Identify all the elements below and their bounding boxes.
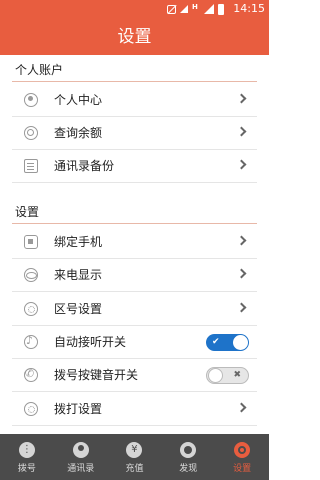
nav-label: 通讯录 (67, 464, 95, 474)
nav-label: 发现 (179, 464, 198, 474)
nav-item-settings[interactable]: 设置 (215, 434, 269, 480)
status-time: 14:15 (233, 2, 265, 15)
section-header-settings: 设置 (0, 197, 269, 224)
nav-item-dial[interactable]: 拨号 (0, 434, 54, 480)
status-bar: H 14:15 (0, 0, 269, 18)
section-title: 个人账户 (15, 63, 64, 77)
page-title: 设置 (117, 27, 152, 47)
bottom-nav: 拨号 通讯录 充值 发现 设置 (0, 434, 269, 480)
nav-label: 拨号 (17, 464, 36, 474)
row-label: 区号设置 (54, 302, 103, 316)
recharge-icon (126, 442, 143, 458)
document-icon (24, 159, 38, 173)
chevron-right-icon (236, 268, 247, 279)
gear-icon (24, 302, 38, 316)
user-icon (24, 93, 38, 107)
settings-row-dial-settings[interactable]: 拨打设置 (0, 392, 269, 426)
settings-row-bind-phone[interactable]: 绑定手机 (0, 225, 269, 259)
dialpad-icon (18, 442, 42, 458)
handset-icon (24, 367, 38, 382)
auto-answer-toggle[interactable]: ✔ (206, 334, 249, 351)
phone-icon (24, 235, 38, 249)
row-label: 通讯录备份 (54, 159, 115, 173)
row-label: 拨号按键音开关 (54, 368, 139, 382)
keypad-tone-toggle[interactable]: ✖ (206, 367, 249, 384)
settings-row-caller-id[interactable]: 来电显示 (0, 258, 269, 292)
chevron-right-icon (236, 235, 247, 246)
gear-icon (24, 402, 38, 416)
row-label: 自动接听开关 (54, 335, 127, 349)
title-bar: 设置 (0, 18, 269, 55)
music-note-icon (24, 334, 38, 349)
battery-icon (218, 3, 224, 15)
section-title: 设置 (15, 205, 40, 219)
row-label: 绑定手机 (54, 235, 103, 249)
nav-item-contacts[interactable]: 通讯录 (54, 434, 108, 480)
chevron-right-icon (236, 302, 247, 313)
wifi-icon (180, 5, 188, 13)
chevron-right-icon (236, 402, 247, 413)
discover-icon (180, 442, 197, 458)
settings-row-check-balance[interactable]: 查询余额 (0, 116, 269, 150)
settings-row-contacts-backup[interactable]: 通讯录备份 (0, 149, 269, 183)
row-label: 查询余额 (54, 126, 103, 140)
nav-label: 设置 (233, 464, 252, 474)
checkmark-icon: ✔ (212, 337, 220, 347)
eye-icon (24, 268, 38, 282)
toggle-knob (208, 368, 223, 383)
row-label: 拨打设置 (54, 402, 103, 416)
nav-item-recharge[interactable]: 充值 (108, 434, 162, 480)
network-type-label: H (192, 3, 198, 11)
settings-row-auto-answer: 自动接听开关 ✔ (0, 325, 269, 359)
signal-icon (204, 4, 214, 14)
chevron-right-icon (236, 159, 247, 170)
nav-label: 充值 (125, 464, 144, 474)
nav-item-discover[interactable]: 发现 (161, 434, 215, 480)
section-header-account: 个人账户 (0, 55, 269, 82)
contacts-icon (72, 442, 89, 458)
chevron-right-icon (236, 126, 247, 137)
row-label: 来电显示 (54, 268, 103, 282)
settings-row-area-code[interactable]: 区号设置 (0, 292, 269, 326)
cross-icon: ✖ (233, 370, 241, 380)
settings-row-keypad-tone: 拨号按键音开关 ✖ (0, 358, 269, 392)
toggle-knob (233, 335, 248, 350)
status-icons: H (167, 3, 224, 15)
mute-icon (167, 4, 176, 14)
settings-icon (234, 442, 251, 458)
search-icon (24, 126, 38, 140)
settings-row-personal-center[interactable]: 个人中心 (0, 83, 269, 117)
chevron-right-icon (236, 93, 247, 104)
row-label: 个人中心 (54, 93, 103, 107)
